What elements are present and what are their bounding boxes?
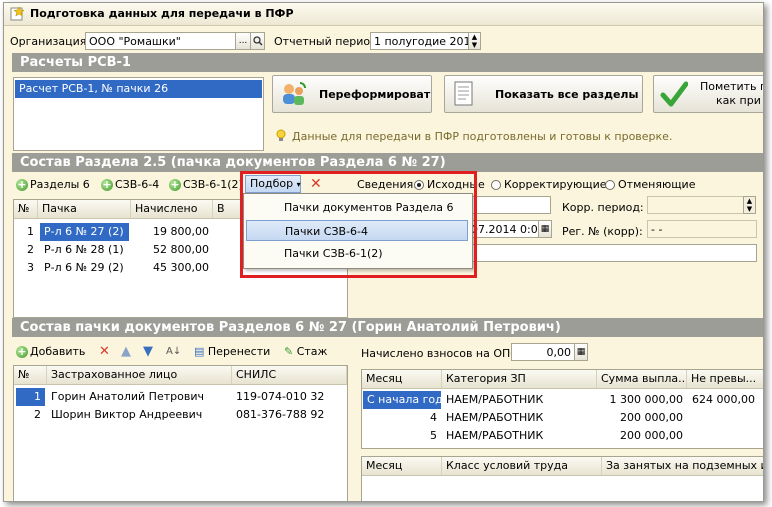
ops-label: Начислено взносов на ОПС: [361,347,522,360]
conditions-grid[interactable]: Месяц Класс условий труда За занятых на … [361,456,763,501]
podbor-dropdown-button[interactable]: Подбор ▾ [245,175,301,193]
org-field[interactable]: ООО "Ромашки" [85,32,236,50]
table-row[interactable]: 2 Шорин Виктор Андреевич 081-376-788 92 [14,406,347,424]
stazh-button[interactable]: ✎ Стаж [284,343,327,361]
plus-icon: + [16,345,28,358]
grid-header: Месяц Класс условий труда За занятых на … [362,457,763,476]
document-star-icon [10,7,24,21]
grid-header: № Застрахованное лицо СНИЛС [14,366,347,385]
zp-grid[interactable]: Месяц Категория ЗП Сумма выпла... Не пре… [361,369,763,449]
magnifier-icon [252,36,263,46]
show-all-sections-button[interactable]: Показать все разделы [444,75,643,113]
section25-header: Состав Раздела 2.5 (пачка документов Раз… [12,153,763,172]
checkmark-icon [660,81,688,107]
window-title: Подготовка данных для передачи в ПФР [30,7,294,20]
radio-icon [605,180,615,190]
calculator-icon[interactable]: ▦ [574,343,588,361]
grid-header: Месяц Категория ЗП Сумма выпла... Не пре… [362,370,763,389]
szv64-button[interactable]: + СЗВ-6-4 [101,176,159,194]
list-item[interactable]: Расчет РСВ-1, № пачки 26 [15,80,262,98]
ops-field[interactable]: 0,00 [511,343,575,361]
delete-icon[interactable]: ✕ [310,175,322,193]
reg-label: Рег. № (корр): [562,225,643,238]
main-window: Подготовка данных для передачи в ПФР Орг… [3,2,764,502]
table-row[interactable]: 5 НАЕМ/РАБОТНИК 200 000,00 [362,427,763,445]
period-label: Отчетный период: [274,35,382,48]
period-field[interactable]: 1 полугодие 2014 [370,32,469,50]
reg-field[interactable]: - - [647,220,757,238]
table-row[interactable]: 1 Горин Анатолий Петрович 119-074-010 32 [14,388,347,406]
table-row[interactable]: 4 НАЕМ/РАБОТНИК 200 000,00 [362,409,763,427]
rsv-section-header: Расчеты РСВ-1 [12,53,763,72]
korr-period-field[interactable] [647,196,744,214]
korr-period-spinner[interactable]: ▲ ▼ [743,196,756,214]
korr-period-label: Корр. период: [562,201,644,214]
sort-icon[interactable]: A↓ [166,343,181,361]
radio-selected-icon [414,180,424,190]
szv61-button[interactable]: + СЗВ-6-1(2) [169,176,243,194]
org-label: Организация: [10,35,91,48]
pencil-icon: ✎ [284,345,294,358]
pack-grid[interactable]: № Застрахованное лицо СНИЛС 1 Горин Анат… [13,365,348,501]
menu-item-packs-szv64[interactable]: Пачки СЗВ-6-4 [246,220,468,241]
plus-icon: + [169,178,181,191]
chevron-down-icon: ▾ [296,180,301,189]
plus-icon: + [16,178,28,191]
document-list-icon [454,81,473,106]
table-row[interactable]: С начала года НАЕМ/РАБОТНИК 1 300 000,00… [362,391,763,409]
reform-button[interactable]: Переформировать [272,75,432,113]
field-bottom[interactable] [467,244,757,262]
move-icon: ▤ [194,345,205,358]
period-spinner[interactable]: ▲ ▼ [468,32,481,50]
date-field[interactable]: 07.2014 0:0 [467,220,539,238]
delete-icon[interactable]: ✕ [99,343,110,361]
add-button[interactable]: + Добавить [16,343,85,361]
menu-item-packs-szv61[interactable]: Пачки СЗВ-6-1(2) [246,243,468,264]
org-choose-button[interactable]: ... [235,32,251,50]
mark-button[interactable]: Пометить па как при [653,75,763,113]
menu-item-packs-section6[interactable]: Пачки документов Раздела 6 [246,197,468,218]
arrow-up-icon[interactable]: ▲ [121,343,131,361]
radio-korr[interactable]: Корректирующие [491,178,607,191]
calendar-icon[interactable]: ▦ [538,220,552,238]
lightbulb-icon [276,129,286,141]
people-refresh-icon [283,82,306,105]
field-top[interactable] [467,196,551,214]
radio-ish[interactable]: Исходные [414,178,485,191]
radio-otm[interactable]: Отменяющие [605,178,695,191]
rsv-list[interactable]: Расчет РСВ-1, № пачки 26 [13,77,264,151]
info-text: Данные для передачи в ПФР подготовлены и… [292,130,673,143]
pack-section-header: Состав пачки документов Разделов 6 № 27 … [12,318,763,337]
sections6-button[interactable]: + Разделы 6 [16,176,90,194]
podbor-menu: Пачки документов Раздела 6 Пачки СЗВ-6-4… [243,193,473,269]
radio-icon [491,180,501,190]
arrow-down-icon[interactable]: ▼ [143,343,153,361]
org-open-button[interactable] [250,32,265,50]
title-bar: Подготовка данных для передачи в ПФР [4,3,763,26]
move-button[interactable]: ▤ Перенести [194,343,270,361]
svedeniya-label: Сведения: [357,178,417,191]
plus-icon: + [101,178,113,191]
